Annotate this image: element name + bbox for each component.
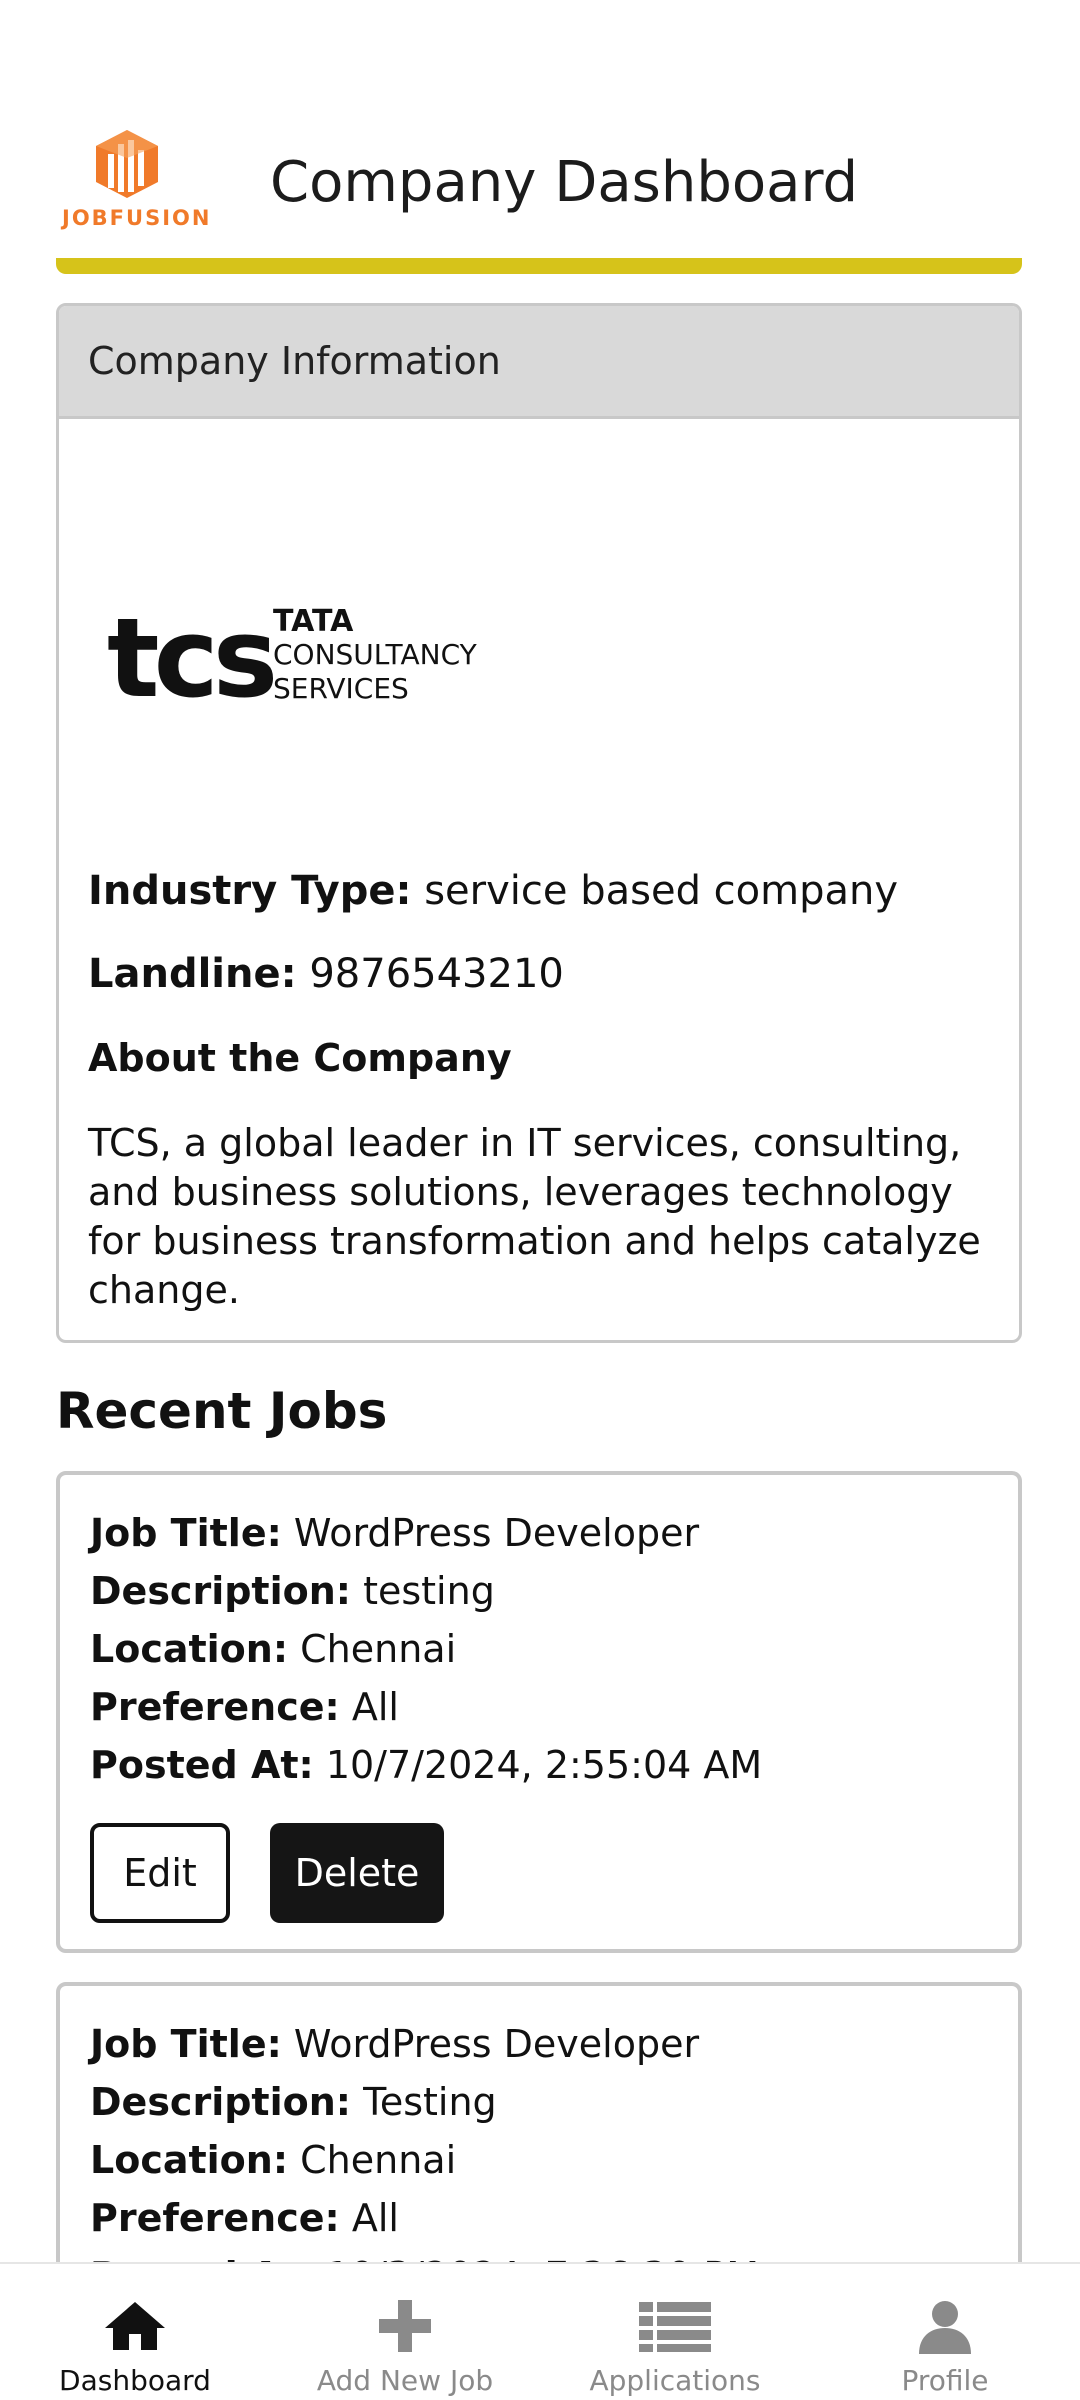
job-location-row: Location: Chennai: [90, 1627, 456, 1671]
nav-label-dashboard: Dashboard: [59, 2364, 211, 2397]
company-information-card: Company Information tcs TATA CONSULTANCY…: [56, 303, 1022, 1343]
company-logo-line3: SERVICES: [273, 672, 409, 705]
about-company-title: About the Company: [88, 1036, 512, 1080]
jobfusion-logo: JOBFUSION: [62, 128, 212, 232]
job-title-value: WordPress Developer: [293, 1511, 700, 1555]
job-title-row: Job Title: WordPress Developer: [90, 2022, 699, 2066]
nav-label-add-new-job: Add New Job: [316, 2364, 494, 2397]
about-company-text: TCS, a global leader in IT services, con…: [88, 1121, 981, 1312]
logo-wordmark: JOBFUSION: [62, 206, 212, 230]
edit-job-button[interactable]: Edit: [90, 1823, 230, 1923]
job-location-label: Location:: [90, 2138, 289, 2182]
delete-job-button[interactable]: Delete: [270, 1823, 444, 1923]
user-icon: [919, 2301, 971, 2354]
page-title: Company Dashboard: [270, 150, 859, 215]
job-posted-at-value: 10/7/2024, 2:55:04 AM: [325, 1743, 763, 1787]
company-logo-line1: TATA: [273, 604, 354, 639]
job-preference-row: Preference: All: [90, 2196, 399, 2240]
industry-type-row: Industry Type: service based company: [88, 868, 898, 914]
job-location-value: Chennai: [300, 1627, 457, 1671]
job-title-label: Job Title:: [90, 1511, 282, 1555]
job-title-value: WordPress Developer: [293, 2022, 700, 2066]
job-location-label: Location:: [90, 1627, 289, 1671]
landline-value: 9876543210: [309, 951, 564, 997]
job-posted-at-row: Posted At: 10/7/2024, 2:55:04 AM: [90, 1743, 762, 1787]
bottom-navigation: Dashboard Add New Job Applications Profi…: [0, 2262, 1080, 2400]
job-description-value: Testing: [363, 2080, 497, 2124]
app-header: JOBFUSION Company Dashboard: [0, 0, 1080, 274]
nav-item-profile[interactable]: Profile: [810, 2264, 1080, 2400]
nav-label-profile: Profile: [901, 2364, 989, 2397]
job-description-row: Description: testing: [90, 1569, 495, 1613]
company-logo-mark: tcs: [107, 594, 278, 722]
job-preference-label: Preference:: [90, 2196, 340, 2240]
job-description-label: Description:: [90, 1569, 351, 1613]
landline-label: Landline:: [88, 951, 297, 997]
job-location-row: Location: Chennai: [90, 2138, 456, 2182]
nav-item-applications[interactable]: Applications: [540, 2264, 810, 2400]
job-location-value: Chennai: [300, 2138, 457, 2182]
industry-type-value: service based company: [424, 868, 899, 914]
job-card: Job Title: WordPress Developer Descripti…: [56, 1471, 1022, 1953]
building-logo-icon: [96, 130, 158, 198]
home-icon: [105, 2302, 165, 2350]
landline-row: Landline: 9876543210: [88, 951, 564, 997]
company-information-heading: Company Information: [59, 306, 1019, 419]
job-preference-value: All: [351, 1685, 399, 1729]
nav-label-applications: Applications: [589, 2364, 761, 2397]
job-preference-label: Preference:: [90, 1685, 340, 1729]
job-posted-at-label: Posted At:: [90, 1743, 314, 1787]
company-logo-text: TATA CONSULTANCY SERVICES: [273, 606, 477, 706]
company-logo-line2: CONSULTANCY: [273, 638, 477, 671]
recent-jobs-title: Recent Jobs: [56, 1382, 388, 1440]
job-description-row: Description: Testing: [90, 2080, 497, 2124]
nav-item-add-new-job[interactable]: Add New Job: [270, 2264, 540, 2400]
job-description-value: testing: [363, 1569, 495, 1613]
job-title-row: Job Title: WordPress Developer: [90, 1511, 699, 1555]
job-description-label: Description:: [90, 2080, 351, 2124]
company-logo: tcs TATA CONSULTANCY SERVICES: [107, 594, 487, 722]
list-icon: [639, 2302, 711, 2352]
industry-type-label: Industry Type:: [88, 868, 412, 914]
job-preference-value: All: [351, 2196, 399, 2240]
header-accent-bar: [56, 258, 1022, 274]
job-preference-row: Preference: All: [90, 1685, 399, 1729]
nav-item-dashboard[interactable]: Dashboard: [0, 2264, 270, 2400]
job-title-label: Job Title:: [90, 2022, 282, 2066]
plus-icon: [379, 2300, 431, 2352]
